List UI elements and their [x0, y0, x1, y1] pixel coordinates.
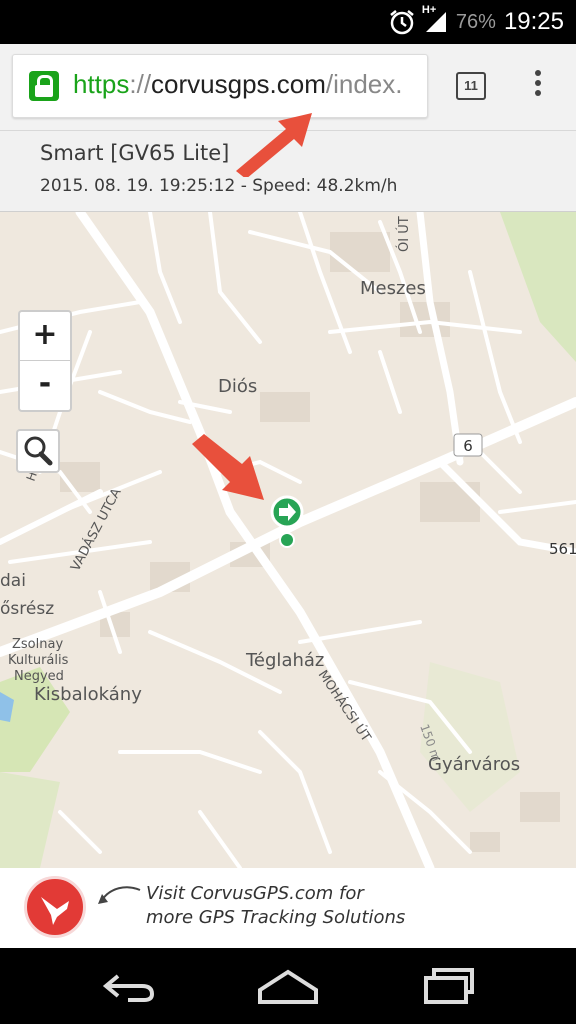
status-bar: H+ 76% 19:25	[0, 0, 576, 44]
signal-icon: H+	[422, 4, 448, 34]
place-label-dios: Diós	[218, 376, 257, 397]
curved-arrow-icon	[98, 886, 141, 904]
device-info-bar: Smart [GV65 Lite] 2015. 08. 19. 19:25:12…	[0, 113, 576, 212]
street-label-mohacsi-ut: MOHÁCSI ÚT	[315, 667, 375, 745]
address-bar[interactable]: https://corvusgps.com/index.	[12, 54, 428, 118]
url-path: /index.	[325, 69, 403, 99]
battery-percent: 76%	[455, 10, 496, 33]
place-label-zsolnay-2: Kulturális	[8, 653, 69, 668]
place-label-edge-resz: ősrész	[0, 599, 54, 619]
zoom-control: + -	[18, 310, 72, 412]
place-label-edge-dai: dai	[0, 571, 26, 591]
place-label-zsolnay-1: Zsolnay	[12, 637, 63, 652]
url-separator: ://	[129, 69, 152, 99]
promo-line-2: more GPS Tracking Solutions	[146, 907, 406, 928]
annotation-arrow-marker	[192, 434, 264, 500]
clock: 19:25	[503, 8, 564, 35]
map-view[interactable]: 6 561 Meszes Diós Téglaház Kisbalokány G…	[0, 212, 576, 868]
annotation-arrow-top	[236, 113, 312, 177]
road-number-6: 6	[463, 437, 473, 455]
corvus-logo-icon	[24, 876, 86, 938]
place-label-teglahaz: Téglaház	[245, 650, 324, 671]
url-domain: corvusgps.com	[151, 69, 326, 99]
promo-banner[interactable]: Visit CorvusGPS.com for more GPS Trackin…	[0, 868, 576, 948]
network-type: H+	[421, 4, 437, 16]
tabs-icon[interactable]: 11	[456, 72, 486, 100]
search-icon	[24, 436, 53, 466]
place-label-meszes: Meszes	[360, 278, 426, 299]
url-text[interactable]: https://corvusgps.com/index.	[73, 69, 403, 100]
alarm-icon	[390, 10, 414, 35]
lock-icon	[29, 71, 59, 101]
back-icon[interactable]	[98, 968, 158, 1004]
home-icon[interactable]	[256, 966, 320, 1006]
status-icons: H+ 76% 19:25	[388, 4, 564, 38]
navigation-bar	[0, 948, 576, 1024]
place-label-kisbalokany: Kisbalokány	[34, 684, 142, 705]
road-number-561: 561	[549, 540, 576, 558]
recents-icon[interactable]	[420, 966, 476, 1006]
promo-text[interactable]: Visit CorvusGPS.com for more GPS Trackin…	[146, 882, 405, 930]
promo-line-1: Visit CorvusGPS.com for	[146, 883, 364, 904]
device-status-line: 2015. 08. 19. 19:25:12 - Speed: 48.2km/h	[40, 176, 398, 196]
zoom-in-button[interactable]: +	[20, 312, 70, 361]
url-scheme: https	[73, 69, 130, 99]
map-tiles[interactable]: 6 561 Meszes Diós Téglaház Kisbalokány G…	[0, 212, 576, 868]
street-label-top: ÓI ÚT	[396, 216, 412, 252]
device-name: Smart [GV65 Lite]	[40, 141, 230, 165]
overflow-menu-icon[interactable]	[528, 70, 548, 100]
vehicle-marker[interactable]	[270, 495, 304, 548]
zoom-out-button[interactable]: -	[20, 361, 70, 409]
map-search-button[interactable]	[16, 429, 60, 473]
place-label-zsolnay-3: Negyed	[14, 669, 64, 684]
